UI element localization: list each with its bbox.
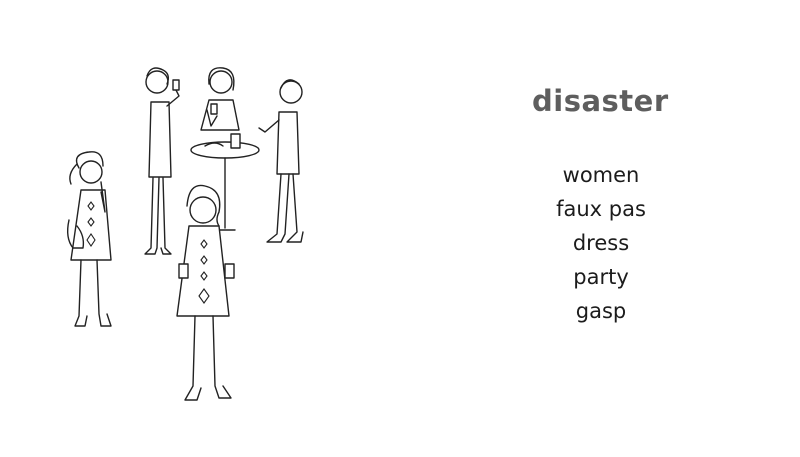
- keyword-item: faux pas: [556, 197, 646, 221]
- woman-back-figure: [200, 67, 240, 131]
- man-drinking-figure: [144, 67, 180, 255]
- keyword-item: party: [573, 265, 629, 289]
- man-gesturing-figure: [258, 79, 304, 243]
- party-illustration: [55, 60, 355, 420]
- keyword-item: gasp: [575, 299, 627, 323]
- slide-title: disaster: [532, 84, 669, 118]
- keyword-list: women faux pas dress party gasp: [540, 158, 662, 328]
- keyword-item: women: [562, 163, 640, 187]
- woman-left-gasp-figure: [66, 151, 112, 327]
- keyword-item: dress: [572, 231, 630, 255]
